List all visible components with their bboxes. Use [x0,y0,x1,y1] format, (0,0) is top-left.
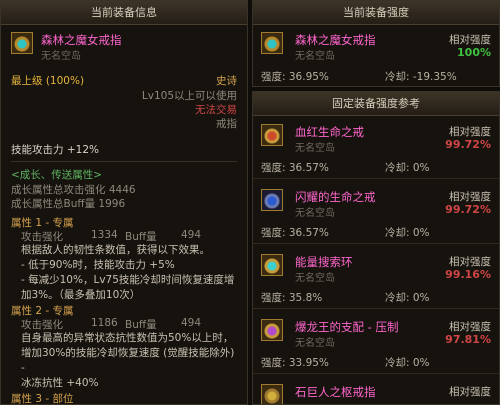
panel-title: 当前装备强度 [253,1,499,25]
relative-strength-label: 相对强度 [449,386,491,398]
item-type: 戒指 [216,118,237,130]
divider [253,373,499,374]
relative-strength-label: 相对强度 [449,126,491,138]
cooldown-stat: 冷却: 0% [385,357,430,369]
ring-icon [261,124,283,146]
strength-stat: 强度: 36.57% [261,227,329,239]
cooldown-stat: 冷却: -19.35% [385,71,457,83]
growth-buff: 成长属性总Buff量 1996 [11,198,126,210]
desc-line: 自身最高的异常状态抗性数值为50%以上时， [21,332,234,344]
item-source: 无名空岛 [295,338,335,349]
strength-stat: 强度: 33.95% [261,357,329,369]
ring-icon [261,384,283,404]
item-rarity: 史诗 [216,75,237,87]
cooldown-stat: 冷却: 0% [385,292,430,304]
desc-line: - [21,362,25,374]
item-name: 能量搜索环 [295,255,353,269]
desc-line: 冰冻抗性 +40% [21,377,99,389]
strength-stat: 强度: 35.8% [261,292,323,304]
attr2-description: 自身最高的异常状态抗性数值为50%以上时， 增加30%的技能冷却恢复速度 (觉醒… [21,331,237,391]
divider [11,161,237,162]
reference-strength-panel: 固定装备强度参考 血红生命之戒 无名空岛 相对强度 99.72% 强度: 36.… [252,91,500,405]
relative-strength-label: 相对强度 [449,191,491,203]
attr1-title: 属性 1 - 专属 [11,217,74,229]
divider [253,243,499,244]
item-source: 无名空岛 [41,51,81,62]
relative-strength-label: 相对强度 [449,256,491,268]
item-name: 血红生命之戒 [295,125,364,139]
ring-icon[interactable] [11,32,33,54]
attr1-buff-value: 494 [181,229,202,241]
item-source: 无名空岛 [295,208,335,219]
level-requirement: Lv105以上可以使用 [141,90,237,102]
panel-title: 当前装备信息 [1,1,247,25]
desc-line: - 低于90%时，技能攻击力 +5% [21,259,175,271]
item-source: 无名空岛 [295,51,335,62]
item-source: 无名空岛 [295,143,335,154]
growth-attack: 成长属性总攻击强化 4446 [11,184,136,196]
item-name: 石巨人之枢戒指 [295,385,376,399]
relative-strength-value: 97.81% [445,333,491,346]
divider [253,308,499,309]
desc-line: 加3%。（最多叠加10次） [21,289,141,301]
trade-status: 无法交易 [195,104,237,116]
relative-strength-value: 99.16% [445,268,491,281]
attr2-buff-value: 494 [181,317,202,329]
attr3-title: 属性 3 - 部位 [11,393,74,405]
relative-strength-label: 相对强度 [449,34,491,46]
relative-strength-value: 99.72% [445,203,491,216]
strength-stat: 强度: 36.95% [261,71,329,83]
ring-icon [261,32,283,54]
attr2-title: 属性 2 - 专属 [11,305,74,317]
item-name: 闪耀的生命之戒 [295,190,376,204]
item-name: 森林之魔女戒指 [295,33,376,47]
relative-strength-value: 99.72% [445,138,491,151]
item-name: 森林之魔女戒指 [41,33,122,47]
relative-strength-value: 100% [457,46,491,59]
attr1-description: 根据敌人的韧性条数值，获得以下效果。 - 低于90%时，技能攻击力 +5% - … [21,243,237,303]
current-strength-panel: 当前装备强度 森林之魔女戒指 无名空岛 相对强度 100% 强度: 36.95%… [252,0,500,87]
panel-title: 固定装备强度参考 [253,92,499,116]
strength-stat: 强度: 36.57% [261,162,329,174]
equipment-info-panel: 当前装备信息 森林之魔女戒指 无名空岛 最上级 (100%) 史诗 Lv105以… [0,0,248,405]
growth-header: <成长、传送属性> [11,169,103,181]
item-name: 爆龙王的支配 - 压制 [295,320,399,334]
item-source: 无名空岛 [295,273,335,284]
desc-line: 增加30%的技能冷却恢复速度 (觉醒技能除外) [21,347,235,359]
cooldown-stat: 冷却: 0% [385,162,430,174]
ring-icon [261,189,283,211]
cooldown-stat: 冷却: 0% [385,227,430,239]
ring-icon [261,319,283,341]
skill-attack-stat: 技能攻击力 +12% [11,144,99,156]
divider [253,178,499,179]
relative-strength-label: 相对强度 [449,321,491,333]
ring-icon [261,254,283,276]
desc-line: - 每减少10%，Lv75技能冷却时间恢复速度增 [21,274,235,286]
desc-line: 根据敌人的韧性条数值，获得以下效果。 [21,244,210,256]
